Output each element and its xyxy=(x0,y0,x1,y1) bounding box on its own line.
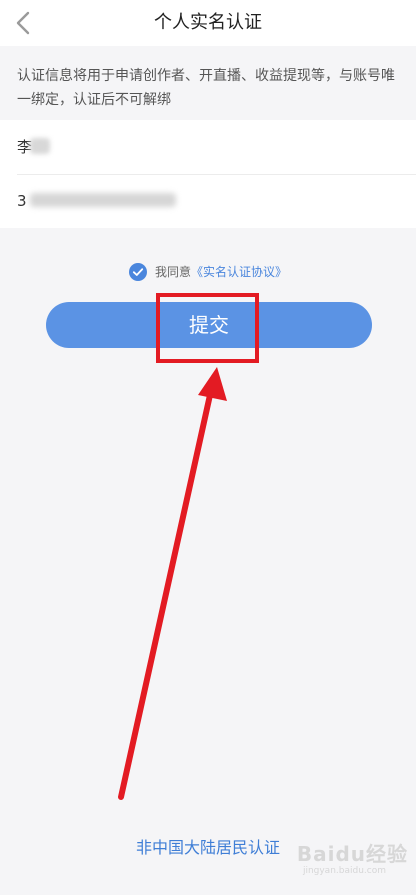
name-field[interactable]: 李 xyxy=(0,120,416,174)
name-redacted-blur xyxy=(30,138,50,154)
page-title: 个人实名认证 xyxy=(154,12,262,33)
agreement-link[interactable]: 《实名认证协议》 xyxy=(191,262,287,282)
agreement-prefix: 我同意 xyxy=(154,265,191,279)
id-number-field[interactable]: 3 xyxy=(0,174,416,228)
page: 个人实名认证 认证信息将用于申请创作者、开直播、收益提现等，与账号唯一绑定，认证… xyxy=(0,0,416,895)
id-number-redacted-blur xyxy=(30,193,176,207)
form-card: 李 3 xyxy=(0,120,416,228)
notice-banner: 认证信息将用于申请创作者、开直播、收益提现等，与账号唯一绑定，认证后不可解绑 xyxy=(0,48,416,120)
submit-button[interactable]: 提交 xyxy=(46,302,372,348)
notice-text: 认证信息将用于申请创作者、开直播、收益提现等，与账号唯一绑定，认证后不可解绑 xyxy=(17,68,395,108)
checkbox-checked-icon[interactable] xyxy=(128,263,147,281)
agreement-row: 我同意 《实名认证协议》 xyxy=(0,262,416,284)
watermark-logo: Baidu经验 xyxy=(296,842,408,866)
header: 个人实名认证 xyxy=(0,0,416,46)
id-number-value: 3 xyxy=(17,192,27,210)
watermark-subtext: jingyan.baidu.com xyxy=(302,866,386,876)
